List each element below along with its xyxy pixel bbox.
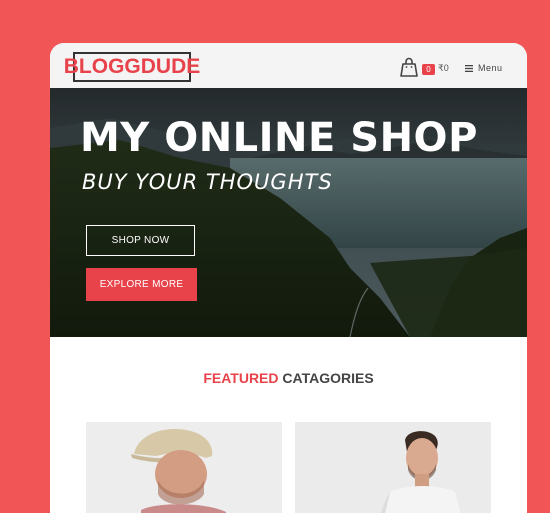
site-header: BLOGGDUDE 0 ₹0 Menu (50, 43, 527, 88)
hero-banner: MY ONLINE SHOP BUY YOUR THOUGHTS SHOP NO… (50, 88, 527, 337)
category-card-men-cap[interactable] (86, 422, 282, 513)
featured-title-rest: CATAGORIES (278, 370, 374, 386)
explore-more-button[interactable]: EXPLORE MORE (86, 268, 197, 301)
man-in-tshirt-image (295, 422, 491, 513)
browser-window: BLOGGDUDE 0 ₹0 Menu MY ONLINE SHOP BUY Y… (50, 43, 527, 513)
hero-title: MY ONLINE SHOP (80, 115, 478, 161)
cart-count-badge: 0 (422, 64, 435, 75)
menu-label[interactable]: Menu (478, 63, 503, 73)
shop-now-button[interactable]: SHOP NOW (86, 225, 195, 256)
featured-categories-heading: FEATURED CATAGORIES (50, 370, 527, 386)
category-card-men-casual[interactable] (295, 422, 491, 513)
featured-title-accent: FEATURED (203, 370, 279, 386)
cart-total: ₹0 (438, 63, 449, 73)
hero-subtitle: BUY YOUR THOUGHTS (82, 170, 333, 194)
man-with-cap-image (86, 422, 282, 513)
site-logo[interactable]: BLOGGDUDE (64, 52, 200, 82)
menu-icon[interactable] (465, 65, 473, 72)
shopping-bag-icon[interactable] (398, 56, 420, 78)
